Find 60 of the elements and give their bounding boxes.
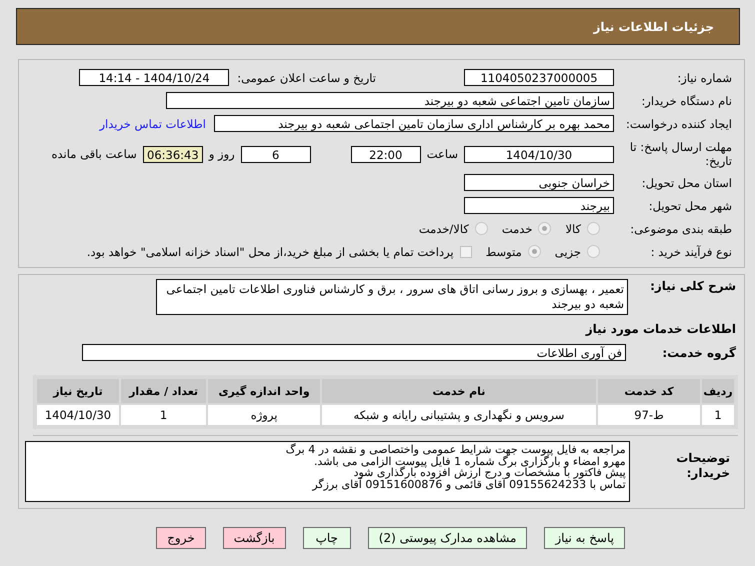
announce-date-field: 1404/10/24 - 14:14 (79, 69, 230, 86)
radio-label: کالا (565, 222, 581, 236)
table-cell: پروژه (208, 405, 320, 425)
creator-field: محمد بهره بر کارشناس اداری سازمان تامین اجتماعی شعبه دو بیرجند (214, 115, 614, 132)
buyer-contact-link[interactable]: اطلاعات تماس خریدار (99, 116, 206, 130)
radio-button[interactable] (474, 222, 488, 235)
radio-label: متوسط (486, 244, 522, 258)
field-label: گروه خدمت: (661, 346, 737, 360)
column-header: تعداد / مقدار (120, 379, 206, 403)
radio-label: کالا/خدمت (418, 222, 469, 236)
deadline-time-field: 22:00 (350, 146, 421, 162)
field-label: استان محل تحویل: (640, 176, 733, 190)
city-field: بیرجند (464, 197, 614, 214)
column-header: تاریخ نیاز (37, 379, 119, 403)
radio-button[interactable] (587, 245, 600, 258)
radio-label: جزیی (554, 244, 581, 258)
column-header: واحد اندازه گیری (208, 379, 320, 403)
action-button[interactable]: بازگشت (222, 527, 286, 549)
field-label: نام دستگاه خریدار: (640, 94, 733, 108)
checkbox[interactable] (460, 246, 472, 258)
column-header: ردیف (702, 379, 734, 403)
checkbox-label: پرداخت تمام یا بخشی از مبلغ خرید،از محل "اسناد خزانه اسلامی" خواهد بود. (86, 244, 454, 258)
page-title: جزئیات اطلاعات نیاز (593, 20, 714, 34)
field-label: نوع فرآیند خرید : (650, 244, 733, 258)
action-button[interactable]: چاپ (302, 527, 351, 549)
radio-button[interactable] (538, 222, 552, 235)
radio-label: خدمت (502, 222, 532, 236)
buyer-field: سازمان تامین اجتماعی شعبه دو بیرجند (166, 92, 614, 109)
section-heading: اطلاعات خدمات مورد نیاز (584, 322, 737, 336)
field-label: مهلت ارسال پاسخ: تا تاریخ: (628, 140, 733, 168)
field-label: ایجاد کننده درخواست: (625, 116, 733, 130)
action-button[interactable]: مشاهده مدارک پیوستی (2) (368, 527, 528, 549)
field-label: شرح کلی نیاز: (649, 279, 737, 293)
field-label: شهر محل تحویل: (648, 198, 733, 212)
field-label: شماره نیاز: (676, 70, 733, 84)
province-field: خراسان جنوبی (464, 174, 614, 191)
radio-button[interactable] (587, 222, 600, 235)
column-header: نام خدمت (322, 379, 596, 403)
radio-button[interactable] (528, 245, 541, 258)
table-cell: 1 (702, 405, 734, 425)
field-label: طبقه بندی موضوعی: (629, 222, 733, 236)
action-button[interactable]: خروج (156, 527, 206, 549)
table-cell: ط-97 (598, 405, 700, 425)
time-label: ساعت (426, 147, 458, 161)
remaining-label: ساعت باقی مانده (52, 147, 137, 161)
deadline-date-field: 1404/10/30 (464, 146, 614, 162)
field-label: تاریخ و ساعت اعلان عمومی: (237, 70, 376, 84)
buyer-notes-field: مراجعه به فایل پیوست جهت شرایط عمومی واختصاصی و نقشه در 4 برگ مهرو امضاء و بارگزاری برگ شماره 1 فایل پیوست الزامی می باشد. پیش فاکتور با مشخصات و درج ارزش افزوده بارگذاری شود تماس با 09155624233 آقای قائمی و 09151600876 آقای برزگر (25, 441, 630, 502)
need-number-field: 1104050237000005 (464, 69, 614, 86)
table-cell: 1 (120, 405, 206, 425)
service-group-field: فن آوری اطلاعات (82, 344, 626, 361)
remaining-time-field: 06:36:43 (142, 146, 203, 162)
table-cell: 1404/10/30 (37, 405, 119, 425)
action-button[interactable]: پاسخ به نیاز (544, 527, 625, 549)
field-label: توضیحات خریدار: (675, 451, 731, 481)
days-label: روز و (208, 147, 235, 161)
column-header: کد خدمت (598, 379, 700, 403)
table-cell: سرویس و نگهداری و پشتیبانی رایانه و شبکه (322, 405, 596, 425)
description-field: تعمیر ، بهسازی و بروز رسانی اتاق های سرور ، برق و کارشناس فناوری اطلاعات تامین اجتماعی شعبه دو بیرجند (156, 279, 628, 315)
days-field: 6 (240, 146, 311, 162)
